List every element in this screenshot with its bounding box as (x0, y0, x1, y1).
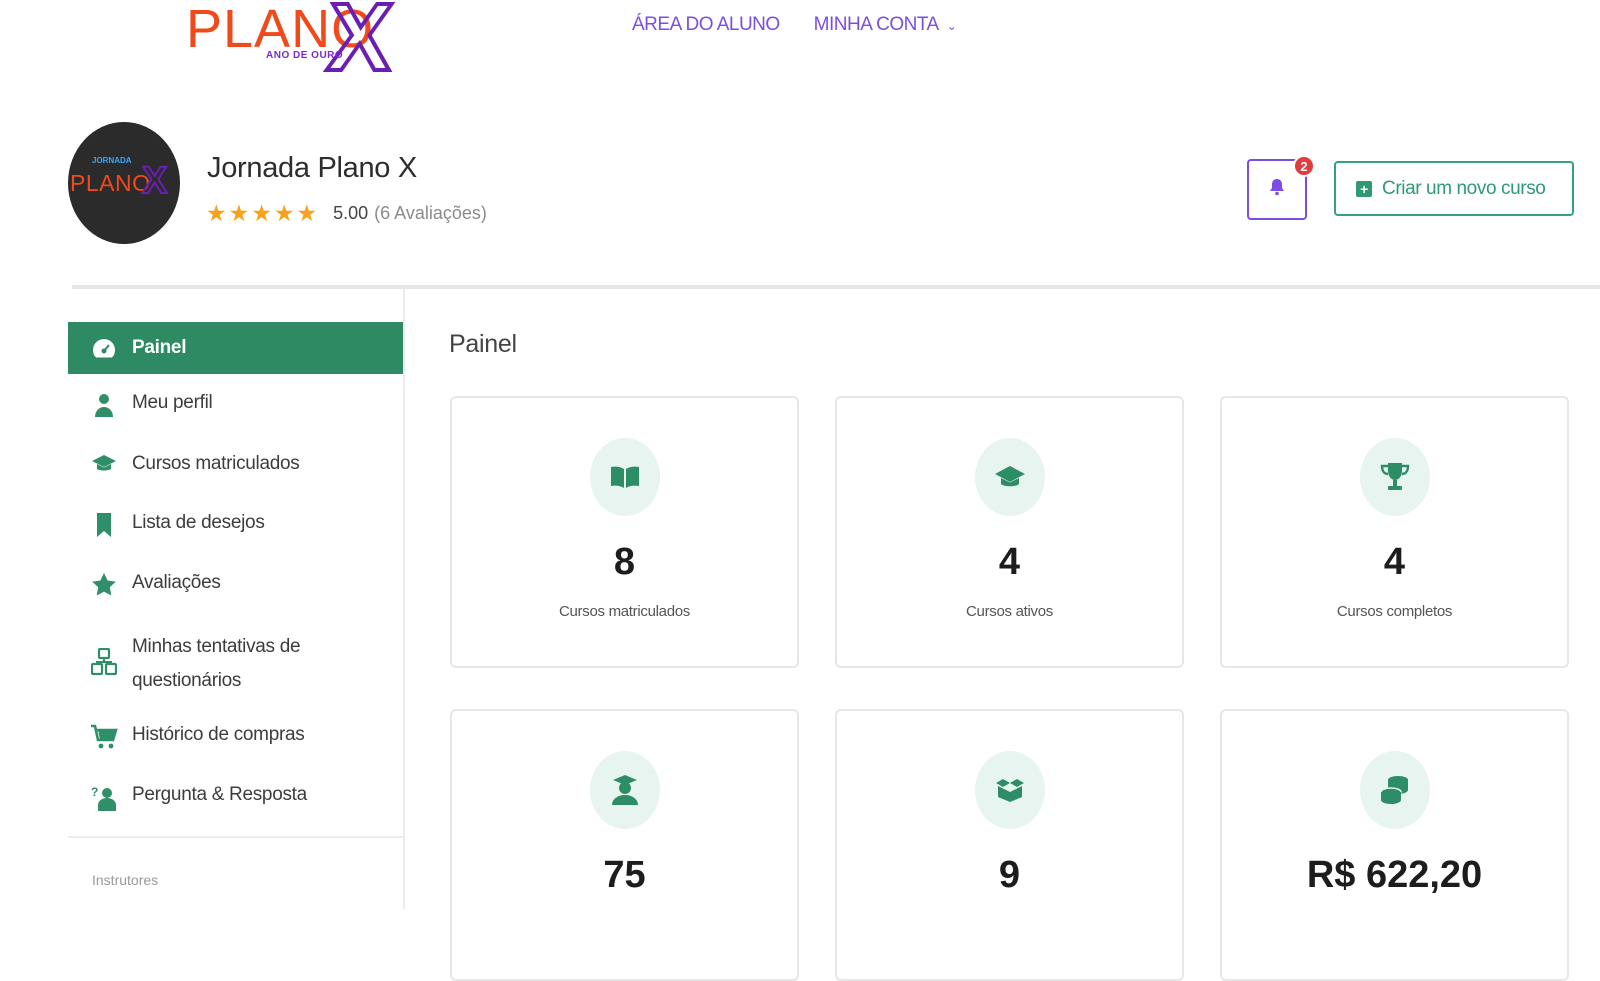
stat-value: 4 (998, 541, 1021, 583)
sidebar-item-label: Lista de desejos (132, 512, 265, 533)
stat-label: Cursos ativos (966, 603, 1053, 620)
sidebar-item-tentativas-questionarios[interactable]: Minhas tentativas de questionários (68, 630, 403, 698)
sidebar-item-label: Cursos matriculados (132, 453, 300, 474)
sidebar-item-label: Meu perfil (132, 392, 213, 413)
cart-icon (90, 724, 118, 750)
star-icon (90, 572, 118, 598)
avatar: JORNADA PLANO X (68, 122, 180, 244)
stat-label: Cursos completos (1336, 603, 1453, 620)
rating-score: 5.00 (333, 203, 369, 223)
create-course-label: Criar um novo curso (1382, 177, 1546, 199)
stat-card-earnings: R$ 622,20 (1220, 709, 1569, 981)
stat-card-courses: 9 (835, 709, 1184, 981)
plano-x-logo[interactable]: PLANO X ANO DE OURO (186, 0, 456, 93)
svg-text:?: ? (91, 785, 98, 799)
sidebar-item-label: Pergunta & Resposta (132, 784, 307, 805)
student-icon (589, 751, 660, 829)
stat-card-active: 4 Cursos ativos (835, 396, 1184, 668)
question-answer-icon: ? (90, 784, 118, 812)
sidebar-item-lista-de-desejos[interactable]: Lista de desejos (68, 512, 403, 538)
main-nav: ÁREA DO ALUNO MINHA CONTA ⌄ (632, 14, 957, 36)
create-course-button[interactable]: + Criar um novo curso (1334, 161, 1574, 216)
chevron-down-icon: ⌄ (946, 19, 957, 33)
stat-value: 75 (603, 854, 646, 896)
page-title: Painel (449, 330, 517, 358)
sidebar-item-pergunta-resposta[interactable]: ? Pergunta & Resposta (68, 784, 403, 812)
quiz-icon (90, 648, 118, 676)
rating: ★★★★★ 5.00 (6 Avaliações) (206, 200, 487, 227)
plus-icon: + (1356, 180, 1372, 197)
sidebar-item-label: Histórico de compras (132, 724, 305, 745)
coins-icon (1359, 751, 1430, 829)
avatar-plano-text: PLANO (70, 170, 151, 196)
stat-value: 8 (613, 541, 636, 583)
stat-value: 4 (1383, 541, 1406, 583)
star-rating-icon: ★★★★★ (206, 200, 320, 226)
user-icon (90, 392, 118, 418)
nav-area-do-aluno[interactable]: ÁREA DO ALUNO (632, 14, 780, 36)
profile-name: Jornada Plano X (207, 152, 417, 184)
nav-minha-conta-label: MINHA CONTA (813, 14, 940, 35)
stat-label: Cursos matriculados (558, 603, 690, 620)
sidebar-item-label: Painel (132, 337, 187, 358)
notifications-button[interactable]: 2 (1247, 155, 1315, 220)
sidebar-item-historico-compras[interactable]: Histórico de compras (68, 724, 403, 750)
sidebar-item-label: Minhas tentativas de questionários (132, 636, 301, 691)
rating-count: (6 Avaliações) (374, 203, 487, 223)
graduation-cap-icon (974, 438, 1045, 516)
notification-badge: 2 (1293, 155, 1315, 177)
sidebar-item-meu-perfil[interactable]: Meu perfil (68, 392, 403, 418)
book-open-icon (589, 438, 660, 516)
sidebar-divider (68, 836, 403, 838)
logo-x: X (322, 0, 398, 93)
nav-minha-conta[interactable]: MINHA CONTA ⌄ (814, 14, 957, 36)
courses-box-icon (974, 751, 1045, 829)
bookmark-icon (90, 512, 118, 538)
sidebar-item-painel[interactable]: Painel (68, 322, 403, 374)
stat-card-students: 75 (450, 709, 799, 981)
logo-subtitle: ANO DE OURO (266, 50, 344, 61)
dashboard-icon (90, 337, 118, 359)
sidebar: Painel Meu perfil Cursos matriculados Li… (68, 289, 405, 909)
stat-value: R$ 622,20 (1306, 854, 1483, 896)
stat-card-completed: 4 Cursos completos (1220, 396, 1569, 668)
stat-card-enrolled: 8 Cursos matriculados (450, 396, 799, 668)
trophy-icon (1359, 438, 1430, 516)
sidebar-item-avaliacoes[interactable]: Avaliações (68, 572, 403, 598)
sidebar-item-cursos-matriculados[interactable]: Cursos matriculados (68, 453, 403, 475)
sidebar-item-label: Avaliações (132, 572, 221, 593)
graduation-cap-icon (90, 453, 118, 473)
top-header: PLANO X ANO DE OURO ÁREA DO ALUNO MINHA … (0, 0, 1600, 96)
avatar-small-text: JORNADA (92, 156, 132, 165)
sidebar-section-instrutores: Instrutores (92, 872, 159, 888)
stat-value: 9 (998, 854, 1021, 896)
bell-icon (1269, 178, 1285, 201)
avatar-x-text: X (141, 160, 168, 202)
